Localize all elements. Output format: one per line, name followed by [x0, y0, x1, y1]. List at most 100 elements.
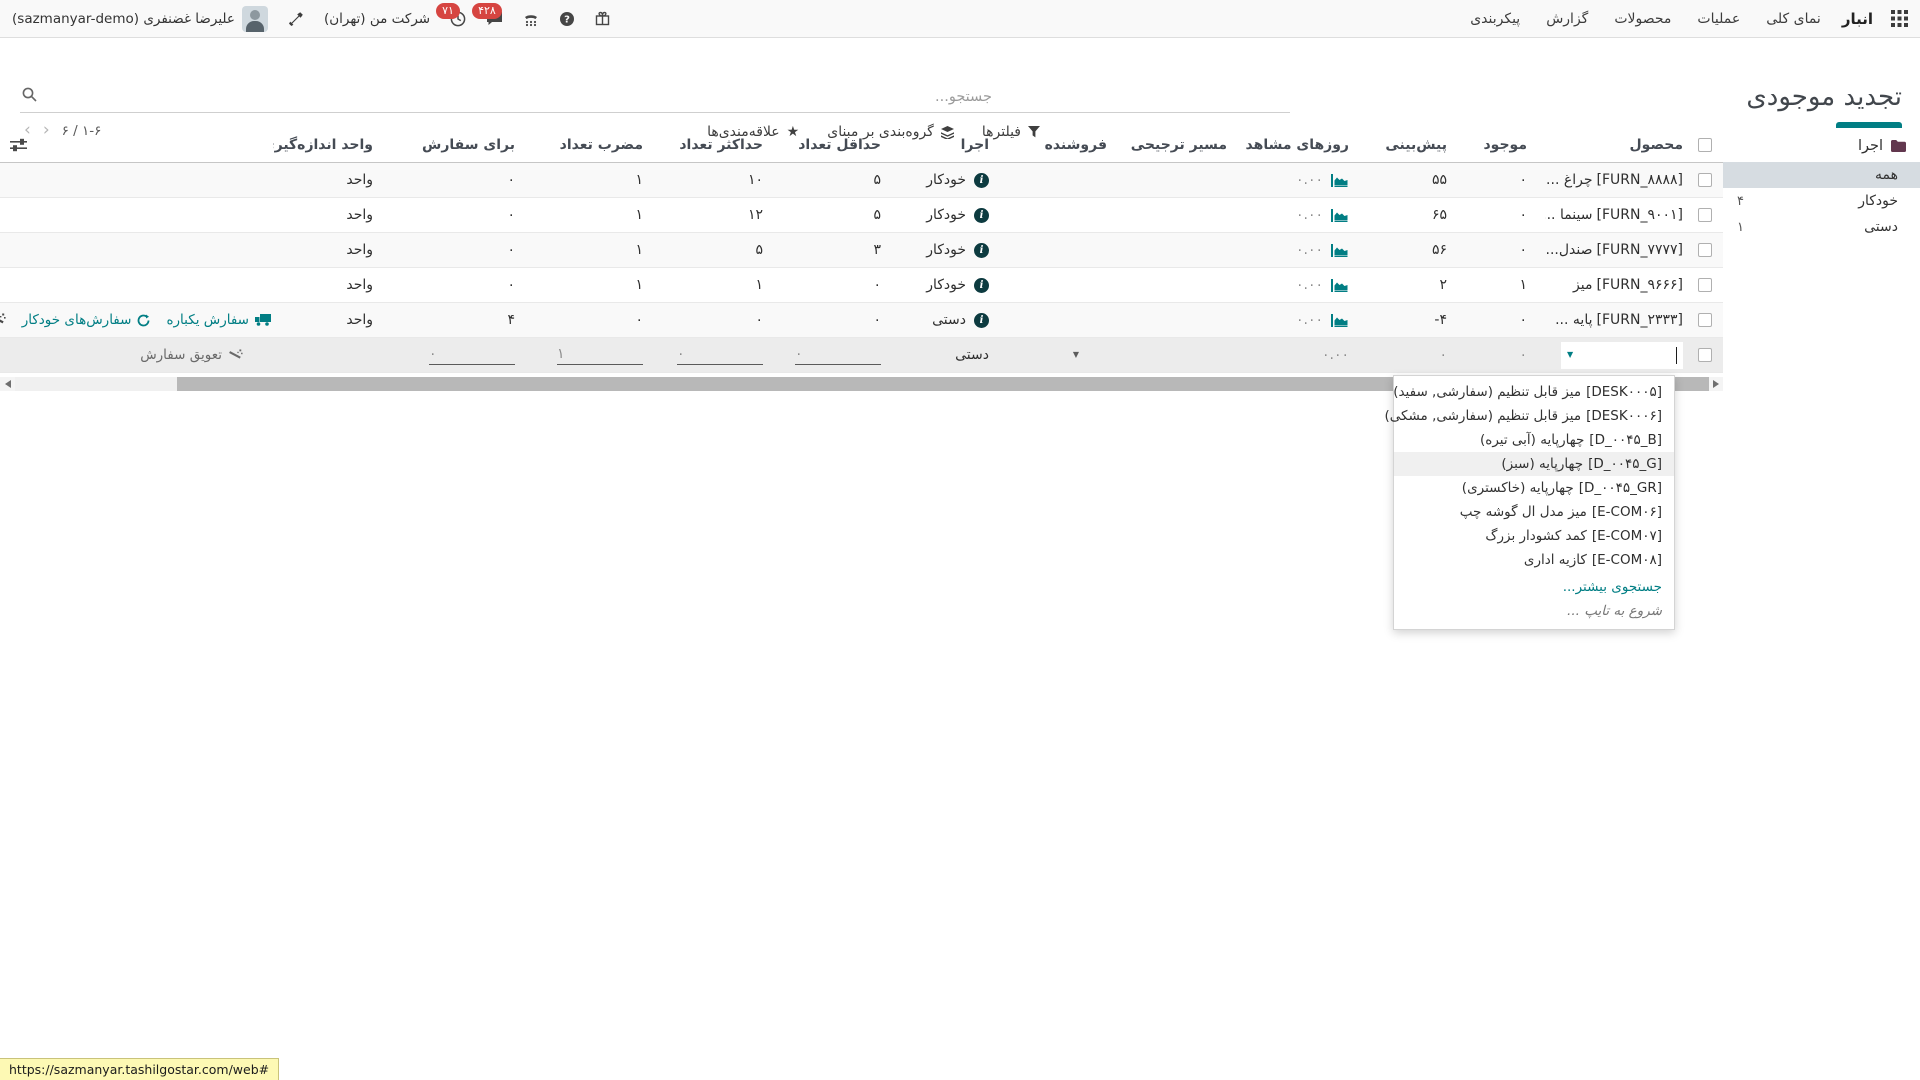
scroll-left-arrow-icon[interactable]: [0, 377, 15, 391]
company-switcher[interactable]: شرکت من (تهران): [324, 11, 430, 27]
cell-vendor[interactable]: [1007, 233, 1125, 267]
row-checkbox[interactable]: [1698, 348, 1712, 362]
header-on-hand[interactable]: موجود: [1465, 128, 1545, 162]
cell-vendor[interactable]: [1007, 303, 1125, 337]
cell-vendor[interactable]: [1007, 163, 1125, 197]
menu-configuration[interactable]: پیکربندی: [1457, 11, 1533, 27]
cell-min-qty[interactable]: ۵: [781, 163, 899, 197]
dropdown-item[interactable]: [D_۰۰۴۵_GR]چهارپایه (خاکستری): [1394, 476, 1674, 500]
cell-to-order[interactable]: ۰: [403, 268, 533, 302]
dropdown-item-highlighted[interactable]: [D_۰۰۴۵_G]چهارپایه (سبز): [1394, 452, 1674, 476]
cell-max-qty[interactable]: ۰: [661, 303, 781, 337]
header-product[interactable]: محصول: [1545, 128, 1687, 162]
sidebar-item-all[interactable]: همه: [1723, 162, 1920, 188]
scroll-right-arrow-icon[interactable]: [1708, 377, 1723, 391]
debug-tools-icon[interactable]: [288, 11, 304, 27]
cell-visibility-days[interactable]: ۰.۰۰: [1245, 163, 1367, 197]
header-max-qty[interactable]: حداکثر تعداد: [661, 128, 781, 162]
menu-overview[interactable]: نمای کلی: [1753, 11, 1834, 27]
row-checkbox[interactable]: [1698, 278, 1712, 292]
cell-preferred-route[interactable]: [1125, 303, 1245, 337]
cell-vendor[interactable]: [1007, 268, 1125, 302]
help-icon[interactable]: ?: [559, 11, 575, 27]
cell-uom[interactable]: واحد: [273, 163, 403, 197]
row-checkbox[interactable]: [1698, 173, 1712, 187]
cell-uom[interactable]: واحد: [273, 233, 403, 267]
cell-to-order[interactable]: ۰: [403, 198, 533, 232]
cell-vendor-input[interactable]: ▼: [1007, 338, 1125, 372]
cell-min-qty[interactable]: ۵: [781, 198, 899, 232]
sidebar-item-automatic[interactable]: خودکار ۴: [1723, 188, 1920, 214]
cell-multiple-qty-input[interactable]: ۱: [533, 338, 661, 372]
table-row[interactable]: [FURN_۷۷۷۷]صندل... ۰ ۵۶ ۰.۰۰ iخودکار ۳ ۵…: [0, 233, 1723, 268]
dropdown-search-more[interactable]: جستجوی بیشتر...: [1394, 572, 1674, 599]
search-placeholder[interactable]: جستجو...: [935, 89, 992, 105]
cell-trigger[interactable]: iخودکار: [899, 163, 1007, 197]
cell-to-order[interactable]: ۰: [403, 233, 533, 267]
cell-max-qty[interactable]: ۱۲: [661, 198, 781, 232]
info-icon[interactable]: i: [974, 208, 989, 223]
cell-multiple-qty[interactable]: ۱: [533, 163, 661, 197]
app-name[interactable]: انبار: [1834, 10, 1881, 28]
header-visibility-days[interactable]: روزهای مشاهده: [1245, 128, 1367, 162]
cell-min-qty[interactable]: ۰: [781, 268, 899, 302]
cell-to-order-input[interactable]: ۰: [403, 338, 533, 372]
header-vendor[interactable]: فروشنده: [1007, 128, 1125, 162]
row-checkbox[interactable]: [1698, 208, 1712, 222]
header-preferred-route[interactable]: مسیر ترجیحی: [1125, 128, 1245, 162]
cell-max-qty[interactable]: ۵: [661, 233, 781, 267]
cell-product-input[interactable]: ▼: [1545, 338, 1687, 372]
dropdown-item[interactable]: [E-COM۰۶]میز مدل ال گوشه چپ: [1394, 500, 1674, 524]
user-menu[interactable]: علیرضا غضنفری (sazmanyar-demo): [12, 6, 268, 32]
info-icon[interactable]: i: [974, 278, 989, 293]
cell-trigger[interactable]: iخودکار: [899, 268, 1007, 302]
table-row[interactable]: [FURN_۹۶۶۶]میز ۱ ۲ ۰.۰۰ iخودکار ۰ ۱ ۱ ۰ …: [0, 268, 1723, 303]
menu-products[interactable]: محصولات: [1601, 11, 1684, 27]
cell-uom[interactable]: واحد: [273, 303, 403, 337]
cell-preferred-route[interactable]: [1125, 163, 1245, 197]
cell-product[interactable]: [FURN_۲۳۳۳]پایه ...: [1545, 303, 1687, 337]
cell-min-qty-input[interactable]: ۰: [781, 338, 899, 372]
dropdown-item[interactable]: [E-COM۰۷]کمد کشودار بزرگ: [1394, 524, 1674, 548]
cell-trigger[interactable]: iخودکار: [899, 198, 1007, 232]
cell-preferred-route[interactable]: [1125, 338, 1245, 372]
header-forecast[interactable]: پیش‌بینی: [1367, 128, 1465, 162]
chevron-down-icon[interactable]: ▼: [1567, 351, 1573, 359]
gift-icon[interactable]: [595, 11, 610, 26]
cell-multiple-qty[interactable]: ۱: [533, 268, 661, 302]
header-uom[interactable]: واحد اندازه‌گیری: [273, 128, 403, 162]
info-icon[interactable]: i: [974, 313, 989, 328]
voip-keypad-icon[interactable]: [523, 11, 539, 27]
cell-product[interactable]: [FURN_۹۶۶۶]میز: [1545, 268, 1687, 302]
dropdown-item[interactable]: [DESK۰۰۰۶]میز قابل تنظیم (سفارشی, مشکی): [1394, 404, 1674, 428]
info-icon[interactable]: i: [974, 173, 989, 188]
dropdown-item[interactable]: [DESK۰۰۰۵]میز قابل تنظیم (سفارشی, سفید): [1394, 380, 1674, 404]
cell-preferred-route[interactable]: [1125, 198, 1245, 232]
cell-visibility-days[interactable]: ۰.۰۰: [1245, 303, 1367, 337]
activities-clock-icon[interactable]: ۷۱: [450, 11, 466, 27]
cell-to-order[interactable]: ۴: [403, 303, 533, 337]
messages-icon[interactable]: ۴۲۸: [486, 11, 503, 26]
cell-uom[interactable]: واحد: [273, 198, 403, 232]
cell-min-qty[interactable]: ۰: [781, 303, 899, 337]
dropdown-item[interactable]: [D_۰۰۴۵_B]چهارپایه (آبی تیره): [1394, 428, 1674, 452]
chevron-down-icon[interactable]: ▼: [1073, 351, 1079, 359]
snooze-order-button[interactable]: تعویق سفارش: [140, 347, 243, 363]
cell-vendor[interactable]: [1007, 198, 1125, 232]
forecast-chart-icon[interactable]: [1331, 244, 1349, 257]
cell-multiple-qty[interactable]: ۱: [533, 198, 661, 232]
apps-menu-icon[interactable]: [1891, 10, 1908, 27]
menu-reporting[interactable]: گزارش: [1533, 11, 1601, 27]
sidebar-item-manual[interactable]: دستی ۱: [1723, 214, 1920, 240]
table-row-editing[interactable]: ▼ ۰ ۰ ۰.۰۰ ▼ دستی ۰ ۰ ۱ ۰ تعویق سفارش: [0, 338, 1723, 373]
table-row[interactable]: [FURN_۹۰۰۱]سینما ... ۰ ۶۵ ۰.۰۰ iخودکار ۵…: [0, 198, 1723, 233]
search-input[interactable]: [20, 85, 1290, 113]
menu-operations[interactable]: عملیات: [1684, 11, 1753, 27]
cell-trigger[interactable]: iدستی: [899, 303, 1007, 337]
forecast-chart-icon[interactable]: [1331, 174, 1349, 187]
cell-multiple-qty[interactable]: ۱: [533, 233, 661, 267]
forecast-chart-icon[interactable]: [1331, 279, 1349, 292]
forecast-chart-icon[interactable]: [1331, 209, 1349, 222]
cell-min-qty[interactable]: ۳: [781, 233, 899, 267]
automate-orders-button[interactable]: سفارش‌های خودکار: [22, 312, 151, 328]
